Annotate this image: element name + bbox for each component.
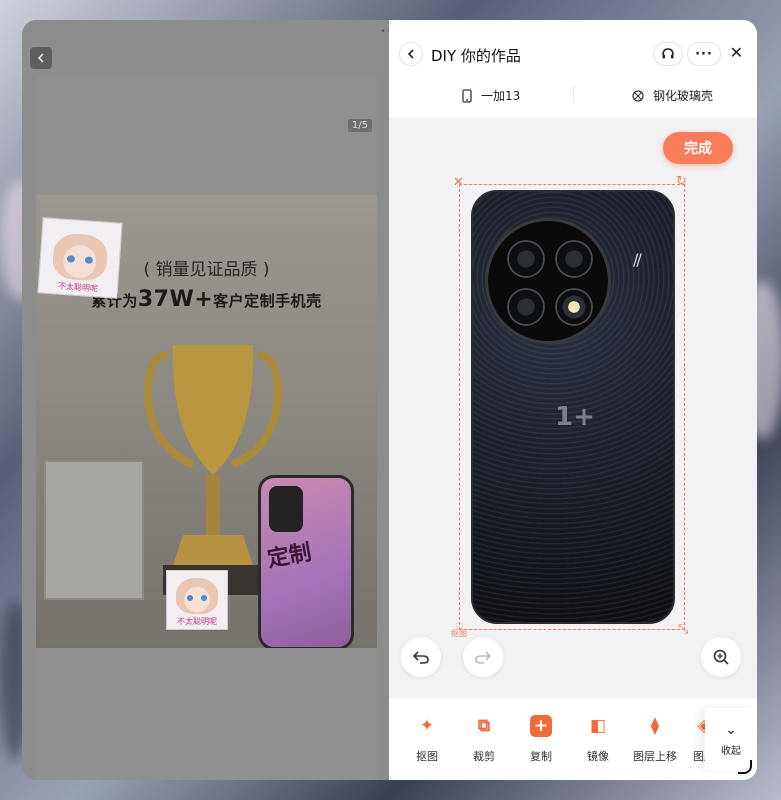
page-indicator: 1/5 — [347, 119, 372, 132]
zoom-in-icon — [713, 649, 729, 665]
copy-icon: + — [530, 715, 552, 737]
editor-panel: DIY 你的作品 ··· ✕ 一加13 钢化玻璃壳 完成 // 1+ ✕ ↻ ⬚… — [389, 20, 757, 780]
camera-lens-icon — [554, 239, 594, 279]
more-icon: ··· — [695, 46, 713, 62]
tool-label: 裁剪 — [473, 750, 495, 763]
tool-label: 镜像 — [587, 750, 609, 763]
phone-model-selector[interactable]: 一加13 — [461, 87, 520, 104]
laurel-right-icon: ) — [262, 260, 270, 280]
preview-panel: 1/5 ( 销量见证品质 ) 累计为37W+客户定制手机壳 定制 不太聪明呢 不… — [22, 20, 392, 780]
done-button[interactable]: 完成 — [663, 132, 733, 164]
chevron-left-icon — [407, 49, 414, 59]
support-button[interactable] — [653, 42, 683, 66]
magic-wand-icon: ✦ — [419, 716, 435, 736]
headset-icon — [662, 48, 674, 59]
preview-back-button[interactable] — [30, 47, 52, 69]
editor-header: DIY 你的作品 ··· ✕ 一加13 钢化玻璃壳 — [389, 20, 757, 117]
tool-label: 复制 — [530, 750, 552, 763]
chevron-down-icon: ⌄ — [725, 721, 737, 738]
rotate-handle-icon[interactable]: ↻ — [676, 175, 687, 188]
sample-phone-case: 定制 — [258, 475, 354, 648]
promo-title-text: 销量见证品质 — [155, 260, 258, 280]
promo-subtitle-number: 37W+ — [137, 287, 214, 312]
resize-handle-icon[interactable]: ⤡ — [678, 623, 688, 636]
chevron-left-icon — [37, 53, 44, 63]
sticker-image: 不太聪明呢 — [166, 570, 228, 630]
crop-icon: ⧉ — [477, 716, 491, 736]
camera-lens-icon — [554, 287, 594, 327]
edit-toolbar: ✦ 抠图 ⧉ 裁剪 + 复制 ◧ 镜像 ⧫ 图层上移 ◈ 图层 — [389, 698, 757, 780]
redo-button[interactable] — [463, 637, 503, 677]
tool-label: 抠图 — [416, 750, 438, 763]
camera-lens-icon — [506, 239, 546, 279]
layer-up-icon: ⧫ — [650, 716, 660, 736]
anime-face-icon — [176, 578, 218, 614]
tool-mirror[interactable]: ◧ 镜像 — [573, 712, 623, 764]
tool-label: 图层上移 — [633, 750, 677, 763]
collapse-label: 收起 — [721, 745, 741, 757]
sticker-caption: 不太聪明呢 — [57, 281, 99, 294]
tool-crop[interactable]: ⧉ 裁剪 — [459, 712, 509, 764]
sticker-caption: 不太聪明呢 — [177, 617, 217, 626]
delete-handle-icon[interactable]: ✕ — [453, 176, 464, 189]
phone-model-label: 一加13 — [481, 89, 521, 103]
promo-subtitle-suffix: 客户定制手机壳 — [213, 292, 322, 310]
page-title: DIY 你的作品 — [431, 47, 521, 65]
camera-lens-icon — [506, 287, 546, 327]
oneplus-logo-icon: 1+ — [555, 402, 595, 432]
camera-brand-icon: // — [633, 250, 642, 269]
camera-icon — [269, 486, 303, 532]
cutout-handle[interactable]: ⬚ 抠图 — [451, 622, 467, 638]
phone-case-text: 定制 — [265, 540, 314, 573]
camera-module — [485, 218, 611, 344]
back-button[interactable] — [399, 42, 423, 66]
zoom-button[interactable] — [701, 637, 741, 677]
more-button[interactable]: ··· — [687, 42, 721, 66]
close-button[interactable]: ✕ — [730, 43, 743, 62]
undo-icon — [412, 651, 429, 664]
certificate-frame — [44, 460, 144, 600]
tool-copy[interactable]: + 复制 — [516, 712, 566, 764]
anime-face-icon — [51, 232, 109, 282]
material-selector[interactable]: 钢化玻璃壳 — [631, 87, 713, 104]
tool-cutout[interactable]: ✦ 抠图 — [402, 712, 452, 764]
cutout-handle-label: 抠图 — [451, 629, 467, 638]
mirror-icon: ◧ — [589, 716, 607, 736]
laurel-left-icon: ( — [143, 260, 151, 280]
phone-case-preview[interactable]: // 1+ — [471, 190, 675, 624]
material-label: 钢化玻璃壳 — [653, 89, 714, 103]
glass-icon — [632, 89, 644, 102]
undo-button[interactable] — [401, 637, 441, 677]
phone-icon — [462, 88, 472, 103]
tool-layer-up[interactable]: ⧫ 图层上移 — [630, 712, 680, 764]
divider — [573, 86, 574, 102]
redo-icon — [475, 651, 492, 664]
close-icon: ✕ — [729, 43, 743, 62]
sticker-image: 不太聪明呢 — [37, 217, 123, 299]
